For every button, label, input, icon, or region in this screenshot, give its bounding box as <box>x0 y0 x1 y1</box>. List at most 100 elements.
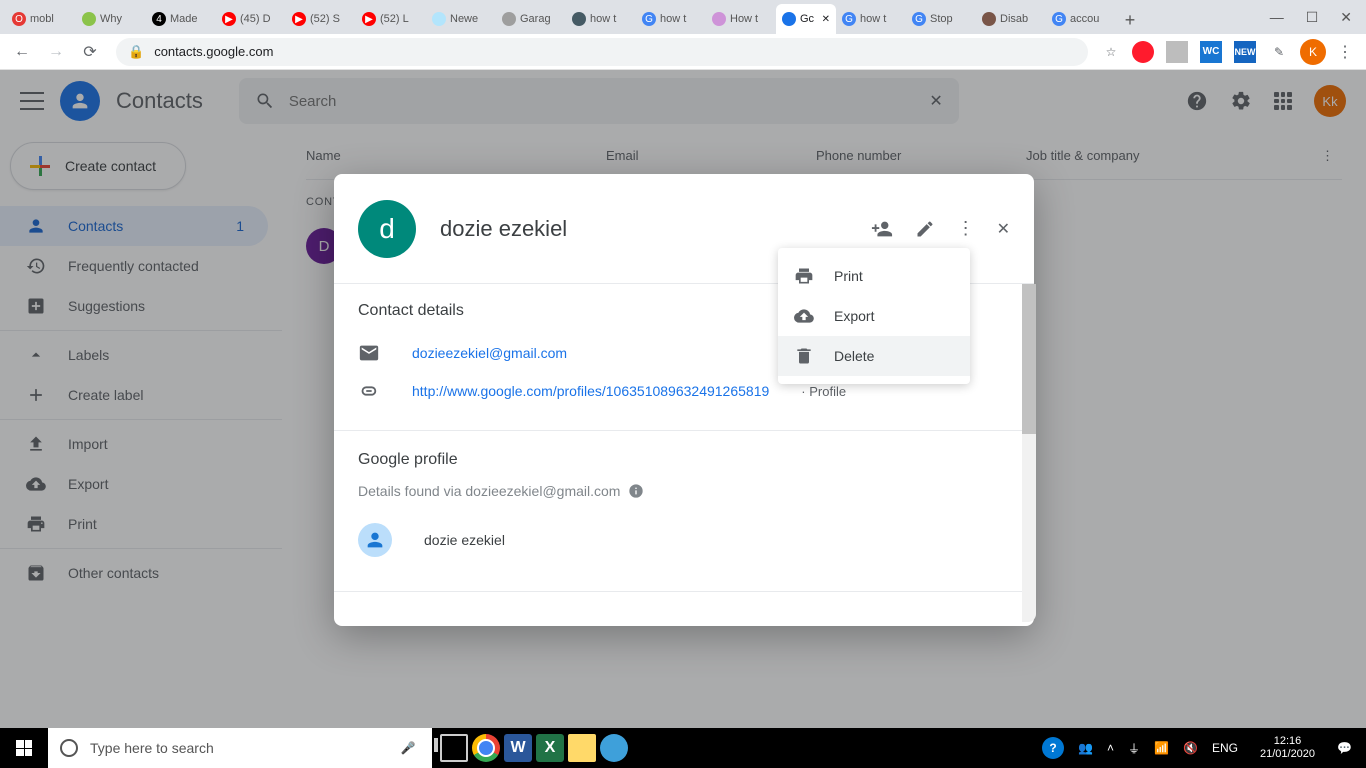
browser-tab[interactable]: Gaccou <box>1046 4 1116 34</box>
browser-tab[interactable]: ▶ (52) S <box>286 4 356 34</box>
favicon: G <box>642 12 656 26</box>
extension-eyedropper-icon[interactable]: ✎ <box>1268 41 1290 63</box>
favicon: ▶ <box>292 12 306 26</box>
address-bar[interactable]: 🔒 contacts.google.com <box>116 38 1088 66</box>
cortana-icon <box>60 739 78 757</box>
email-icon <box>358 342 380 364</box>
browser-tab[interactable]: Why <box>76 4 146 34</box>
favicon <box>572 12 586 26</box>
google-profile-row: dozie ezekiel <box>358 515 1022 565</box>
browser-tab[interactable]: Ghow t <box>636 4 706 34</box>
favicon <box>502 12 516 26</box>
menu-item-export[interactable]: Export <box>778 296 970 336</box>
contacts-app: Contacts ✕ Kk Create contact <box>0 70 1366 728</box>
browser-tab[interactable]: Ghow t <box>836 4 906 34</box>
google-profile-subtitle: Details found via dozieezekiel@gmail.com <box>358 483 1022 499</box>
browser-tab[interactable]: ▶(52) L <box>356 4 426 34</box>
volume-icon[interactable]: 🔇 <box>1183 741 1198 755</box>
forward-button[interactable]: → <box>42 38 70 66</box>
taskbar-app-word[interactable]: W <box>504 734 532 762</box>
info-icon[interactable] <box>628 483 644 499</box>
browser-tab[interactable]: Omobl <box>6 4 76 34</box>
extension-wc-icon[interactable]: WC <box>1200 41 1222 63</box>
edit-icon[interactable] <box>915 219 935 239</box>
dialog-scrollbar[interactable] <box>1022 284 1036 622</box>
mic-button[interactable]: 🎤 <box>384 728 432 768</box>
url-text: contacts.google.com <box>154 44 273 59</box>
favicon <box>712 12 726 26</box>
favicon: G <box>842 12 856 26</box>
menu-item-label: Delete <box>834 348 874 364</box>
new-tab-button[interactable]: + <box>1116 6 1144 34</box>
taskbar-app-chrome[interactable] <box>472 734 500 762</box>
close-dialog-button[interactable]: ✕ <box>997 219 1010 239</box>
email-link[interactable]: dozieezekiel@gmail.com <box>412 345 567 361</box>
browser-tab[interactable]: ▶(45) D <box>216 4 286 34</box>
browser-tab[interactable]: How t <box>706 4 776 34</box>
overflow-menu: Print Export Delete <box>778 248 970 384</box>
network-icon[interactable]: ⏚ <box>1128 740 1140 757</box>
get-help-icon[interactable]: ? <box>1042 737 1064 759</box>
tab-label: (52) S <box>310 13 340 25</box>
profile-link[interactable]: http://www.google.com/profiles/106351089… <box>412 383 769 399</box>
close-window-button[interactable]: ✕ <box>1340 9 1352 26</box>
tab-label: (52) L <box>380 13 409 25</box>
tab-label: accou <box>1070 13 1099 25</box>
tray-expand-icon[interactable]: ˄ <box>1107 741 1114 755</box>
favicon <box>982 12 996 26</box>
chrome-menu-button[interactable]: ⋮ <box>1332 42 1358 62</box>
browser-tab[interactable]: Garag <box>496 4 566 34</box>
browser-tab[interactable]: GStop <box>906 4 976 34</box>
task-view-button[interactable] <box>440 734 468 762</box>
browser-toolbar: ← → ⟳ 🔒 contacts.google.com ☆ WC NEW ✎ K… <box>0 34 1366 70</box>
tab-label: Stop <box>930 13 953 25</box>
taskbar-search-placeholder: Type here to search <box>90 740 214 756</box>
favicon: G <box>1052 12 1066 26</box>
back-button[interactable]: ← <box>8 38 36 66</box>
close-tab-button[interactable]: ✕ <box>822 14 830 25</box>
dialog-avatar: d <box>358 200 416 258</box>
menu-item-print[interactable]: Print <box>778 256 970 296</box>
wifi-icon[interactable]: 📶 <box>1154 741 1169 755</box>
browser-tab[interactable]: Disab <box>976 4 1046 34</box>
clock-date: 21/01/2020 <box>1260 748 1315 761</box>
tab-label: Garag <box>520 13 551 25</box>
browser-tab[interactable]: 4 Made <box>146 4 216 34</box>
tab-label: how t <box>590 13 616 25</box>
menu-item-delete[interactable]: Delete <box>778 336 970 376</box>
taskbar-app-mail[interactable] <box>600 734 628 762</box>
taskbar-app-excel[interactable]: X <box>536 734 564 762</box>
menu-item-label: Print <box>834 268 863 284</box>
tab-label: how t <box>860 13 886 25</box>
favicon: 4 <box>152 12 166 26</box>
extensions-row: WC NEW ✎ <box>1128 41 1294 63</box>
taskbar-search[interactable]: Type here to search <box>48 728 384 768</box>
extension-generic-icon[interactable] <box>1166 41 1188 63</box>
browser-tab[interactable]: how t <box>566 4 636 34</box>
browser-tab[interactable]: Newe <box>426 4 496 34</box>
action-center-icon[interactable]: 💬 <box>1337 741 1352 755</box>
taskbar-clock[interactable]: 12:16 21/01/2020 <box>1252 735 1323 761</box>
lock-icon: 🔒 <box>128 44 144 60</box>
browser-tab[interactable]: Gc✕ <box>776 4 836 34</box>
add-to-contacts-icon[interactable] <box>871 218 893 240</box>
taskbar-app-explorer[interactable] <box>568 734 596 762</box>
reload-button[interactable]: ⟳ <box>76 38 104 66</box>
tab-label: Made <box>170 13 198 25</box>
minimize-button[interactable]: ― <box>1270 9 1284 25</box>
people-icon[interactable]: 👥 <box>1078 741 1093 755</box>
bookmark-star-icon[interactable]: ☆ <box>1100 41 1122 63</box>
dialog-contact-name: dozie ezekiel <box>440 216 567 242</box>
tab-label: how t <box>660 13 686 25</box>
google-profile-avatar-icon <box>358 523 392 557</box>
profile-avatar-button[interactable]: K <box>1300 39 1326 65</box>
more-options-button[interactable]: ⋮ <box>957 218 975 239</box>
start-button[interactable] <box>0 728 48 768</box>
extension-opera-icon[interactable] <box>1132 41 1154 63</box>
clock-time: 12:16 <box>1260 735 1315 748</box>
maximize-button[interactable]: ☐ <box>1306 9 1319 26</box>
tab-label: Disab <box>1000 13 1028 25</box>
print-icon <box>794 266 814 286</box>
language-indicator[interactable]: ENG <box>1212 741 1238 755</box>
extension-new-icon[interactable]: NEW <box>1234 41 1256 63</box>
